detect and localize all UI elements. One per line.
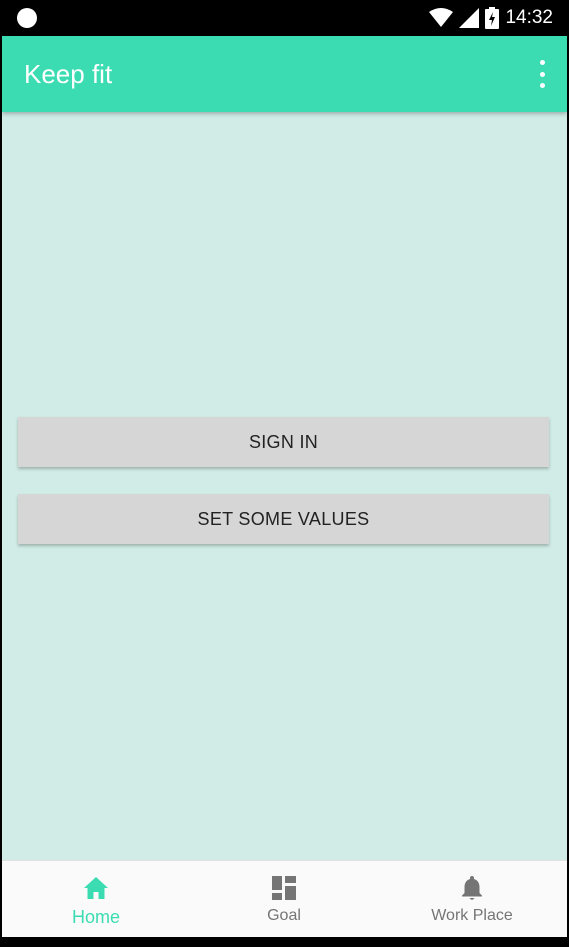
app-title: Keep fit [24, 59, 113, 89]
status-bar: 14:32 [2, 0, 567, 36]
signal-icon [459, 8, 480, 28]
nav-item-work-place[interactable]: Work Place [378, 861, 566, 938]
notification-dot-icon [17, 8, 37, 28]
system-nav-strip [2, 937, 567, 947]
nav-label-work-place: Work Place [431, 907, 513, 924]
nav-label-goal: Goal [267, 907, 301, 924]
bell-icon [462, 876, 482, 900]
set-some-values-button[interactable]: SET SOME VALUES [18, 494, 549, 544]
wifi-icon [429, 8, 454, 27]
battery-charging-icon [485, 7, 500, 29]
home-icon [84, 877, 108, 899]
app-bar: Keep fit [2, 36, 567, 112]
main-content: SIGN IN SET SOME VALUES [2, 112, 567, 860]
nav-item-home[interactable]: Home [2, 861, 190, 938]
more-vert-icon[interactable] [535, 60, 549, 88]
device-screen: 14:32 Keep fit SIGN IN SET SOME VALUES H… [2, 0, 567, 947]
sign-in-button[interactable]: SIGN IN [18, 417, 549, 467]
status-time: 14:32 [505, 7, 553, 28]
nav-label-home: Home [71, 907, 120, 927]
bottom-navigation: Home Goal Work Place [2, 860, 567, 938]
dashboard-icon [272, 876, 296, 900]
nav-item-goal[interactable]: Goal [190, 861, 378, 938]
status-icons: 14:32 [429, 6, 553, 30]
